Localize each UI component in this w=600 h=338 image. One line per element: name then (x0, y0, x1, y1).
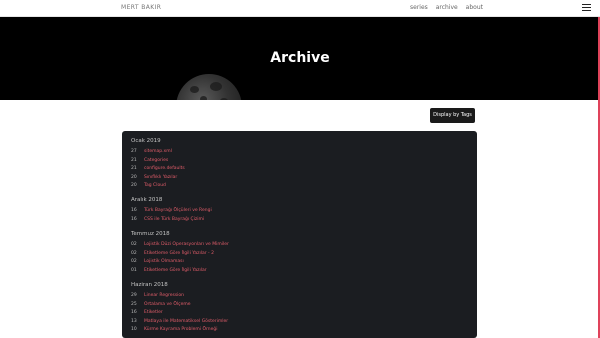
list-item[interactable]: 20 Tag Cloud (131, 183, 166, 188)
post-link[interactable]: Tag Cloud (144, 183, 166, 188)
post-link[interactable]: sitemap.xml (144, 149, 172, 154)
list-item[interactable]: 21 configure.defaults (131, 166, 185, 171)
nav-links: series archive about (410, 4, 489, 11)
post-day: 10 (131, 327, 137, 332)
list-item[interactable]: 16 Etiketler (131, 310, 163, 315)
post-day: 27 (131, 149, 137, 154)
post-day: 13 (131, 318, 137, 324)
post-link[interactable]: Etiketleme Göre İlgili Yazılar - 2 (144, 251, 214, 256)
post-day: 02 (131, 259, 137, 264)
month-heading: Aralık 2018 (131, 197, 163, 203)
site-brand[interactable]: MERT BAKIR (121, 4, 161, 11)
hero-banner: Archive (0, 16, 600, 100)
post-day: 21 (131, 157, 137, 163)
top-navbar: MERT BAKIR series archive about (0, 0, 600, 17)
list-item[interactable]: 27 sitemap.xml (131, 149, 172, 154)
list-item[interactable]: 10 Kürme Kayrama Problemi Örneği (131, 327, 218, 332)
post-day: 20 (131, 183, 137, 188)
list-item[interactable]: 16 Türk Bayrağı Ölçüleri ve Rengi (131, 208, 212, 213)
post-day: 20 (131, 174, 137, 180)
nav-link-about[interactable]: about (466, 4, 483, 11)
list-item[interactable]: 21 Categories (131, 158, 168, 163)
list-item[interactable]: 02 Etiketleme Göre İlgili Yazılar - 2 (131, 251, 214, 256)
post-day: 16 (131, 216, 137, 222)
list-item[interactable]: 02 Lojistik Olmaması (131, 259, 184, 264)
list-item[interactable]: 29 Linear Regression (131, 293, 184, 298)
page-title: Archive (270, 50, 330, 66)
post-day: 21 (131, 166, 137, 171)
post-link[interactable]: Lojistik Olmaması (144, 259, 184, 264)
post-day: 16 (131, 208, 137, 213)
display-by-tags-button[interactable]: Display by Tags (430, 108, 475, 123)
post-day: 29 (131, 293, 137, 298)
list-item[interactable]: 13 Matlaya ile Matematiksel Gösterimler (131, 319, 228, 324)
post-link[interactable]: Etiketler (144, 310, 163, 315)
post-day: 01 (131, 267, 137, 273)
month-heading: Haziran 2018 (131, 282, 168, 288)
month-heading: Temmuz 2018 (131, 231, 170, 237)
moon-image (176, 74, 242, 100)
post-link[interactable]: Etiketleme Göre İlgili Yazılar (144, 268, 207, 273)
post-link[interactable]: Ortalama ve Ölçeme (144, 302, 191, 307)
post-link[interactable]: Sınıflıklı Yazılar (144, 175, 177, 180)
list-item[interactable]: 25 Ortalama ve Ölçeme (131, 302, 191, 307)
post-link[interactable]: Lojistik Düzi Operasyonları ve Mimiler (144, 242, 229, 247)
list-item[interactable]: 20 Sınıflıklı Yazılar (131, 175, 177, 180)
nav-link-series[interactable]: series (410, 4, 428, 11)
post-link[interactable]: CSS ile Türk Bayrağı Çizimi (144, 217, 204, 222)
post-link[interactable]: Türk Bayrağı Ölçüleri ve Rengi (144, 208, 212, 213)
list-item[interactable]: 16 CSS ile Türk Bayrağı Çizimi (131, 217, 204, 222)
nav-link-archive[interactable]: archive (436, 4, 458, 11)
post-link[interactable]: Linear Regression (144, 293, 184, 298)
post-day: 02 (131, 250, 137, 256)
post-link[interactable]: Matlaya ile Matematiksel Gösterimler (144, 319, 228, 324)
post-link[interactable]: configure.defaults (144, 166, 185, 171)
list-item[interactable]: 02 Lojistik Düzi Operasyonları ve Mimiler (131, 242, 229, 247)
archive-panel: Ocak 2019 27 sitemap.xml 21 Categories 21 c… (122, 131, 477, 338)
hamburger-menu-icon[interactable] (582, 4, 591, 12)
post-day: 02 (131, 242, 137, 247)
post-day: 25 (131, 301, 137, 307)
list-item[interactable]: 01 Etiketleme Göre İlgili Yazılar (131, 268, 207, 273)
month-heading: Ocak 2019 (131, 138, 161, 144)
post-day: 16 (131, 310, 137, 315)
post-link[interactable]: Kürme Kayrama Problemi Örneği (144, 327, 218, 332)
post-link[interactable]: Categories (144, 158, 168, 163)
